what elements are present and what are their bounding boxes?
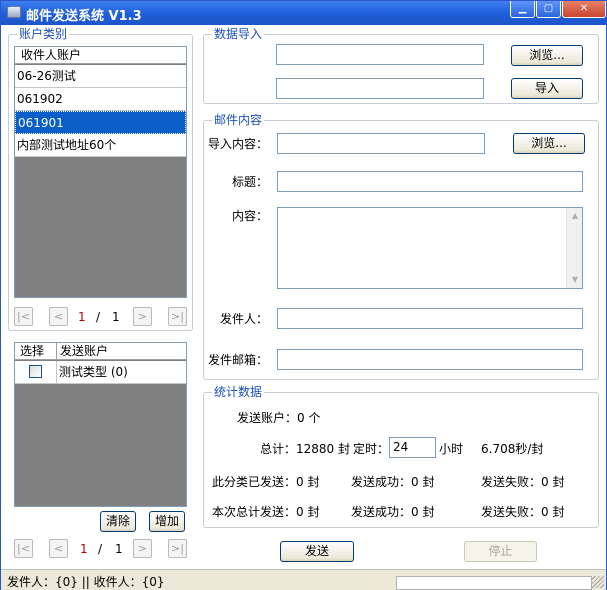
send-account-grid[interactable]: 选择 发送账户 测试类型 (0) (14, 342, 187, 507)
total-count: 总计：12880 封 (260, 442, 350, 456)
scroll-down-icon[interactable]: ▼ (567, 272, 583, 288)
status-text: 发件人：{0} || 收件人：{0} (7, 575, 165, 589)
recipient-account-list[interactable]: 收件人账户 06-26测试 061902 061901 内部测试地址60个 (14, 46, 187, 298)
next-page-button[interactable]: > (133, 539, 152, 558)
import-button[interactable]: 导入 (511, 78, 583, 99)
maximize-button[interactable]: ▢ (536, 1, 561, 18)
timer-field[interactable]: 24 (389, 437, 436, 458)
clear-button[interactable]: 清除 (100, 511, 136, 532)
category-success: 发送成功：0 封 (351, 475, 435, 489)
session-success: 发送成功：0 封 (351, 505, 435, 519)
send-account-column: 发送账户 (60, 344, 109, 358)
body-scrollbar[interactable]: ▲ ▼ (566, 208, 582, 288)
hours-label: 小时 (439, 442, 464, 456)
category-sent: 此分类已发送：0 封 (212, 475, 320, 489)
title-bar[interactable]: 邮件发送系统 V1.3 ▁ ▢ ✕ (1, 1, 606, 25)
sender-email-label: 发件邮箱： (208, 353, 269, 367)
page-separator: / (96, 310, 101, 324)
select-checkbox[interactable] (29, 365, 42, 378)
send-rate: 6.708秒/封 (481, 442, 544, 456)
current-page: 1 (78, 310, 86, 324)
send-accounts-count: 发送账户：0 个 (237, 411, 321, 425)
send-account-name: 测试类型 (0) (59, 365, 128, 379)
subject-label: 标题： (232, 175, 269, 189)
total-pages: 1 (115, 542, 123, 556)
first-page-button[interactable]: |< (14, 539, 33, 558)
mail-content-label: 邮件内容 (212, 113, 265, 127)
scroll-up-icon[interactable]: ▲ (567, 208, 583, 224)
last-page-button[interactable]: >| (168, 539, 187, 558)
data-import-label: 数据导入 (212, 27, 265, 41)
send-button[interactable]: 发送 (280, 541, 354, 562)
list-item-selected[interactable]: 061901 (15, 111, 186, 134)
subject-field[interactable] (277, 171, 583, 192)
body-label: 内容： (232, 209, 269, 223)
table-row[interactable]: 测试类型 (0) (15, 361, 186, 384)
total-pages: 1 (112, 310, 120, 324)
list-item[interactable]: 内部测试地址60个 (15, 134, 186, 157)
last-page-button[interactable]: >| (168, 307, 187, 326)
session-fail: 发送失败：0 封 (481, 505, 565, 519)
list-item[interactable]: 06-26测试 (15, 65, 186, 88)
import-file-field[interactable] (276, 44, 484, 65)
account-category-label: 账户类别 (17, 27, 70, 41)
category-fail: 发送失败：0 封 (481, 475, 565, 489)
sender-field[interactable] (277, 308, 583, 329)
select-column: 选择 (20, 344, 45, 358)
first-page-button[interactable]: |< (14, 307, 33, 326)
resize-grip-icon[interactable] (592, 576, 604, 588)
stats-label: 统计数据 (212, 385, 265, 399)
prev-page-button[interactable]: < (49, 539, 68, 558)
body-field[interactable]: ▲ ▼ (277, 207, 583, 289)
status-panel (396, 576, 592, 590)
session-sent: 本次总计发送：0 封 (212, 505, 320, 519)
list-item[interactable]: 061902 (15, 88, 186, 111)
main-window: 邮件发送系统 V1.3 ▁ ▢ ✕ 账户类别 收件人账户 06-26测试 061… (0, 0, 607, 590)
sender-label: 发件人： (220, 312, 269, 326)
app-icon (7, 6, 21, 18)
current-page: 1 (80, 542, 88, 556)
page-separator: / (98, 542, 103, 556)
close-button[interactable]: ✕ (562, 1, 606, 18)
next-page-button[interactable]: > (133, 307, 152, 326)
recipient-account-column: 收件人账户 (21, 48, 82, 62)
sender-email-field[interactable] (277, 349, 583, 370)
content-browse-button[interactable]: 浏览... (513, 133, 585, 154)
timer-label: 定时： (353, 442, 390, 456)
recipient-account-header: 收件人账户 (15, 47, 186, 64)
import-content-label: 导入内容： (208, 137, 269, 151)
prev-page-button[interactable]: < (49, 307, 68, 326)
send-account-header: 选择 发送账户 (15, 343, 186, 360)
status-bar: 发件人：{0} || 收件人：{0} (1, 569, 606, 590)
import-browse-button[interactable]: 浏览... (511, 45, 583, 66)
import-content-field[interactable] (277, 133, 485, 154)
import-target-field[interactable] (276, 78, 484, 99)
minimize-button[interactable]: ▁ (510, 1, 535, 18)
add-button[interactable]: 增加 (149, 511, 185, 532)
stop-button[interactable]: 停止 (464, 541, 537, 562)
window-title: 邮件发送系统 V1.3 (26, 9, 142, 24)
